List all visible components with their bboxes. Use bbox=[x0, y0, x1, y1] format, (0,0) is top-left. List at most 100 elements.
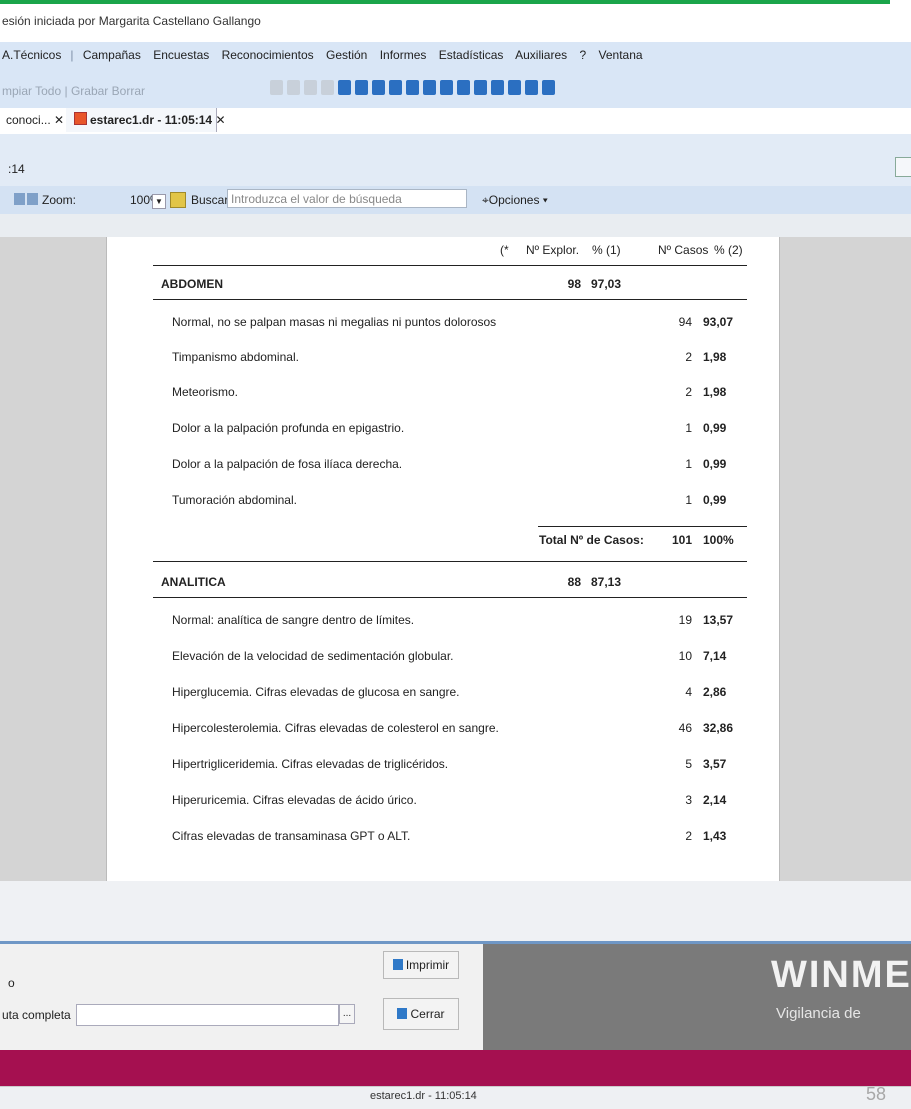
section-title-abdomen: ABDOMEN bbox=[161, 277, 223, 291]
menu-ventana[interactable]: Ventana bbox=[599, 48, 643, 62]
section-title-analitica: ANALITICA bbox=[161, 575, 226, 589]
column-header-explor: Nº Explor. bbox=[526, 243, 580, 257]
minimize-button[interactable] bbox=[895, 157, 911, 177]
section-pct-abdomen: 97,03 bbox=[591, 277, 622, 291]
total-cases: 101 bbox=[671, 533, 692, 547]
row-cases: 2 bbox=[685, 829, 692, 843]
row-pct: 2,86 bbox=[703, 685, 727, 699]
viewer-status-area bbox=[0, 881, 911, 941]
row-label: Elevación de la velocidad de sedimentaci… bbox=[172, 649, 454, 663]
tab-close-icon[interactable]: ✕ bbox=[215, 113, 225, 127]
user-icon[interactable] bbox=[355, 80, 368, 95]
menu-auxiliares[interactable]: Auxiliares bbox=[515, 48, 567, 62]
tab-close-icon[interactable]: ✕ bbox=[54, 113, 64, 127]
slide-page-number: 58 bbox=[866, 1084, 887, 1104]
find-label: Buscar: bbox=[191, 193, 232, 207]
save-button[interactable]: Grabar bbox=[71, 84, 108, 98]
export-icon[interactable] bbox=[14, 192, 38, 210]
row-pct: 93,07 bbox=[703, 315, 734, 329]
zoom-label: Zoom: bbox=[42, 193, 77, 207]
close-doc-icon[interactable] bbox=[321, 80, 334, 95]
row-pct: 7,14 bbox=[703, 649, 727, 663]
brand-watermark: WINME bbox=[771, 954, 911, 996]
menu-gestion[interactable]: Gestión bbox=[326, 48, 367, 62]
menu-campanas[interactable]: Campañas bbox=[83, 48, 141, 62]
clear-all-button[interactable]: mpiar Todo bbox=[2, 84, 61, 98]
toolbar-text-buttons: mpiar Todo | Grabar Borrar bbox=[2, 84, 145, 98]
info-icon[interactable] bbox=[542, 80, 555, 95]
section-explor-analitica: 88 bbox=[567, 575, 581, 589]
menu-informes[interactable]: Informes bbox=[380, 48, 427, 62]
row-pct: 13,57 bbox=[703, 613, 734, 627]
options-button[interactable]: ⌖Opciones ▾ bbox=[482, 193, 548, 208]
brand-subtitle: Vigilancia de bbox=[776, 1005, 861, 1022]
sync-icon[interactable] bbox=[423, 80, 436, 95]
row-cases: 1 bbox=[685, 493, 692, 507]
brand-bar bbox=[0, 1050, 911, 1086]
row-label: Hipercolesterolemia. Cifras elevadas de … bbox=[172, 721, 499, 735]
row-pct: 3,57 bbox=[703, 757, 727, 771]
edit-icon[interactable] bbox=[491, 80, 504, 95]
grid-icon[interactable] bbox=[389, 80, 402, 95]
copy-icon[interactable] bbox=[287, 80, 300, 95]
help-icon[interactable] bbox=[338, 80, 351, 95]
row-label: Cifras elevadas de transaminasa GPT o AL… bbox=[172, 829, 411, 843]
report-page: (* Nº Explor. % (1) Nº Casos % (2) ABDOM… bbox=[106, 237, 780, 881]
row-cases: 2 bbox=[685, 385, 692, 399]
column-header-flag: (* bbox=[500, 243, 509, 257]
row-cases: 46 bbox=[678, 721, 692, 735]
row-pct: 1,98 bbox=[703, 350, 727, 364]
row-label: Timpanismo abdominal. bbox=[172, 350, 299, 364]
menu-help[interactable]: ? bbox=[579, 48, 586, 62]
row-pct: 0,99 bbox=[703, 457, 727, 471]
calendar-icon[interactable] bbox=[372, 80, 385, 95]
total-label: Total Nº de Casos: bbox=[539, 533, 644, 547]
full-path-input[interactable] bbox=[76, 1004, 339, 1026]
clock-icon[interactable] bbox=[457, 80, 470, 95]
row-cases: 1 bbox=[685, 457, 692, 471]
close-button[interactable]: Cerrar bbox=[383, 998, 459, 1030]
menu-atecnicos[interactable]: A.Técnicos bbox=[2, 48, 61, 62]
refresh-icon[interactable] bbox=[525, 80, 538, 95]
viewer-strip bbox=[0, 214, 911, 237]
row-label: Hipertrigliceridemia. Cifras elevadas de… bbox=[172, 757, 449, 771]
row-label: Normal, no se palpan masas ni megalias n… bbox=[172, 315, 497, 329]
row-label: Dolor a la palpación profunda en epigast… bbox=[172, 421, 405, 435]
tab-reconocimientos[interactable]: conoci... ✕ bbox=[0, 108, 72, 132]
row-pct: 0,99 bbox=[703, 421, 727, 435]
menu-estadisticas[interactable]: Estadísticas bbox=[439, 48, 504, 62]
row-label: Normal: analítica de sangre dentro de lí… bbox=[172, 613, 415, 627]
row-label: Meteorismo. bbox=[172, 385, 239, 399]
row-pct: 32,86 bbox=[703, 721, 734, 735]
heart-icon[interactable] bbox=[474, 80, 487, 95]
column-header-pct1: % (1) bbox=[592, 243, 621, 257]
row-cases: 4 bbox=[685, 685, 692, 699]
toolbar-icons bbox=[270, 80, 555, 95]
dialog-label: o bbox=[8, 976, 15, 990]
full-path-label: uta completa bbox=[2, 1008, 71, 1022]
tab-label: conoci... bbox=[6, 113, 51, 127]
delete-button[interactable]: Borrar bbox=[112, 84, 145, 98]
chevron-down-icon[interactable]: ▼ bbox=[152, 194, 166, 209]
arrow-icon[interactable] bbox=[440, 80, 453, 95]
warning-icon[interactable] bbox=[406, 80, 419, 95]
tab-estarec1[interactable]: estarec1.dr - 11:05:14 ✕ bbox=[66, 108, 226, 132]
paste-icon[interactable] bbox=[304, 80, 317, 95]
row-pct: 0,99 bbox=[703, 493, 727, 507]
search-input[interactable]: Introduzca el valor de búsqueda bbox=[227, 189, 467, 208]
cut-icon[interactable] bbox=[270, 80, 283, 95]
browse-button[interactable]: ... bbox=[339, 1004, 355, 1024]
settings-icon[interactable] bbox=[508, 80, 521, 95]
total-pct: 100% bbox=[703, 533, 734, 547]
menu-reconocimientos[interactable]: Reconocimientos bbox=[222, 48, 314, 62]
viewer-title-bar bbox=[0, 134, 911, 186]
row-pct: 2,14 bbox=[703, 793, 727, 807]
column-header-cases: Nº Casos bbox=[658, 243, 709, 257]
taskbar-item[interactable]: estarec1.dr - 11:05:14 bbox=[370, 1090, 477, 1102]
viewer-title: :14 bbox=[8, 162, 25, 176]
search-icon[interactable] bbox=[170, 192, 186, 208]
menu-encuestas[interactable]: Encuestas bbox=[153, 48, 209, 62]
row-label: Hiperuricemia. Cifras elevadas de ácido … bbox=[172, 793, 417, 807]
print-button[interactable]: Imprimir bbox=[383, 951, 459, 979]
row-cases: 2 bbox=[685, 350, 692, 364]
